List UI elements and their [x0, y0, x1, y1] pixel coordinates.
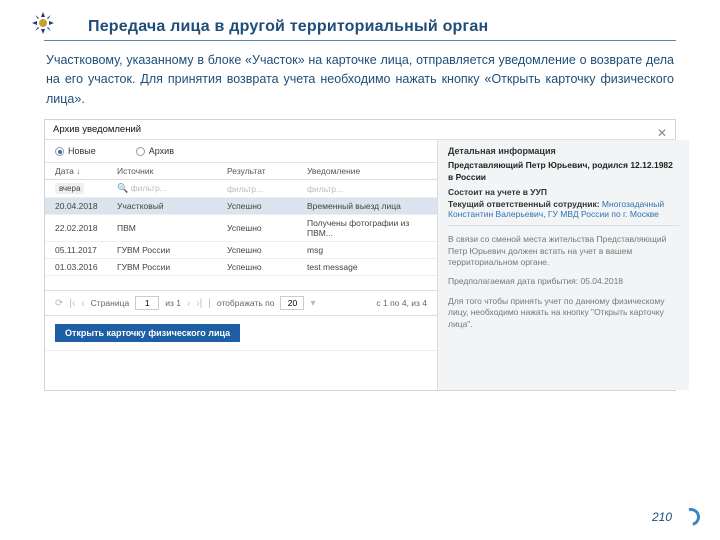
pager-per-label: отображать по — [217, 298, 275, 308]
detail-title: Детальная информация — [448, 146, 679, 156]
detail-status: Состоит на учете в УУП — [448, 187, 547, 197]
filter-notice[interactable]: фильтр... — [307, 184, 427, 194]
col-date[interactable]: Дата ↓ — [55, 166, 117, 176]
detail-hint: Для того чтобы принять учет по данному ф… — [448, 296, 679, 330]
pager-next-icon[interactable]: › — [187, 298, 190, 309]
pager-prev-icon[interactable]: ‹ — [81, 298, 84, 309]
pager-of: из 1 — [165, 298, 181, 308]
page-title: Передача лица в другой территориальный о… — [88, 18, 676, 36]
page-number: 210 — [652, 510, 672, 524]
detail-eta: Предполагаемая дата прибытия: 05.04.2018 — [448, 276, 679, 287]
filter-tag[interactable]: вчера — [55, 183, 84, 194]
pager-page-label: Страница — [91, 298, 130, 308]
app-window: ✕ Архив уведомлений Новые Архив Дата ↓ И… — [44, 119, 676, 391]
pager-count: с 1 по 4, из 4 — [376, 298, 427, 308]
filter-result[interactable]: фильтр... — [227, 184, 307, 194]
table-row[interactable]: 22.02.2018ПВМУспешноПолучены фотографии … — [45, 215, 437, 242]
pager-per-input[interactable] — [280, 296, 304, 310]
tab-archive[interactable]: Архив — [136, 146, 174, 156]
table-row[interactable]: 01.03.2016ГУВМ РоссииУспешноtest message — [45, 259, 437, 276]
pager-first-icon[interactable]: |‹ — [69, 298, 75, 309]
col-result[interactable]: Результат — [227, 166, 307, 176]
filter-source[interactable]: фильтр... — [131, 183, 167, 193]
divider — [44, 40, 676, 41]
page-arc-icon — [679, 505, 704, 530]
detail-reason: В связи со сменой места жительства Предс… — [448, 234, 679, 268]
table-row[interactable]: 05.11.2017ГУВМ РоссииУспешноmsg — [45, 242, 437, 259]
close-icon[interactable]: ✕ — [657, 126, 667, 140]
pager-page-input[interactable] — [135, 296, 159, 310]
pager-last-icon[interactable]: ›| — [196, 298, 202, 309]
open-card-button[interactable]: Открыть карточку физического лица — [55, 324, 240, 342]
col-source[interactable]: Источник — [117, 166, 227, 176]
table-row[interactable]: 20.04.2018УчастковыйУспешноВременный вые… — [45, 198, 437, 215]
tab-new[interactable]: Новые — [55, 146, 96, 156]
col-notice[interactable]: Уведомление — [307, 166, 427, 176]
search-icon: 🔍 — [117, 183, 128, 193]
instruction-text: Участковому, указанному в блоке «Участок… — [46, 51, 674, 109]
detail-person: Представляющий Петр Юрьевич, родился 12.… — [448, 160, 679, 183]
chevron-down-icon[interactable]: ▾ — [310, 298, 315, 309]
emblem-icon — [30, 10, 56, 36]
detail-resp-label: Текущий ответственный сотрудник: — [448, 199, 600, 209]
app-title: Архив уведомлений — [45, 120, 675, 140]
pager-refresh-icon[interactable]: ⟳ — [55, 298, 63, 309]
